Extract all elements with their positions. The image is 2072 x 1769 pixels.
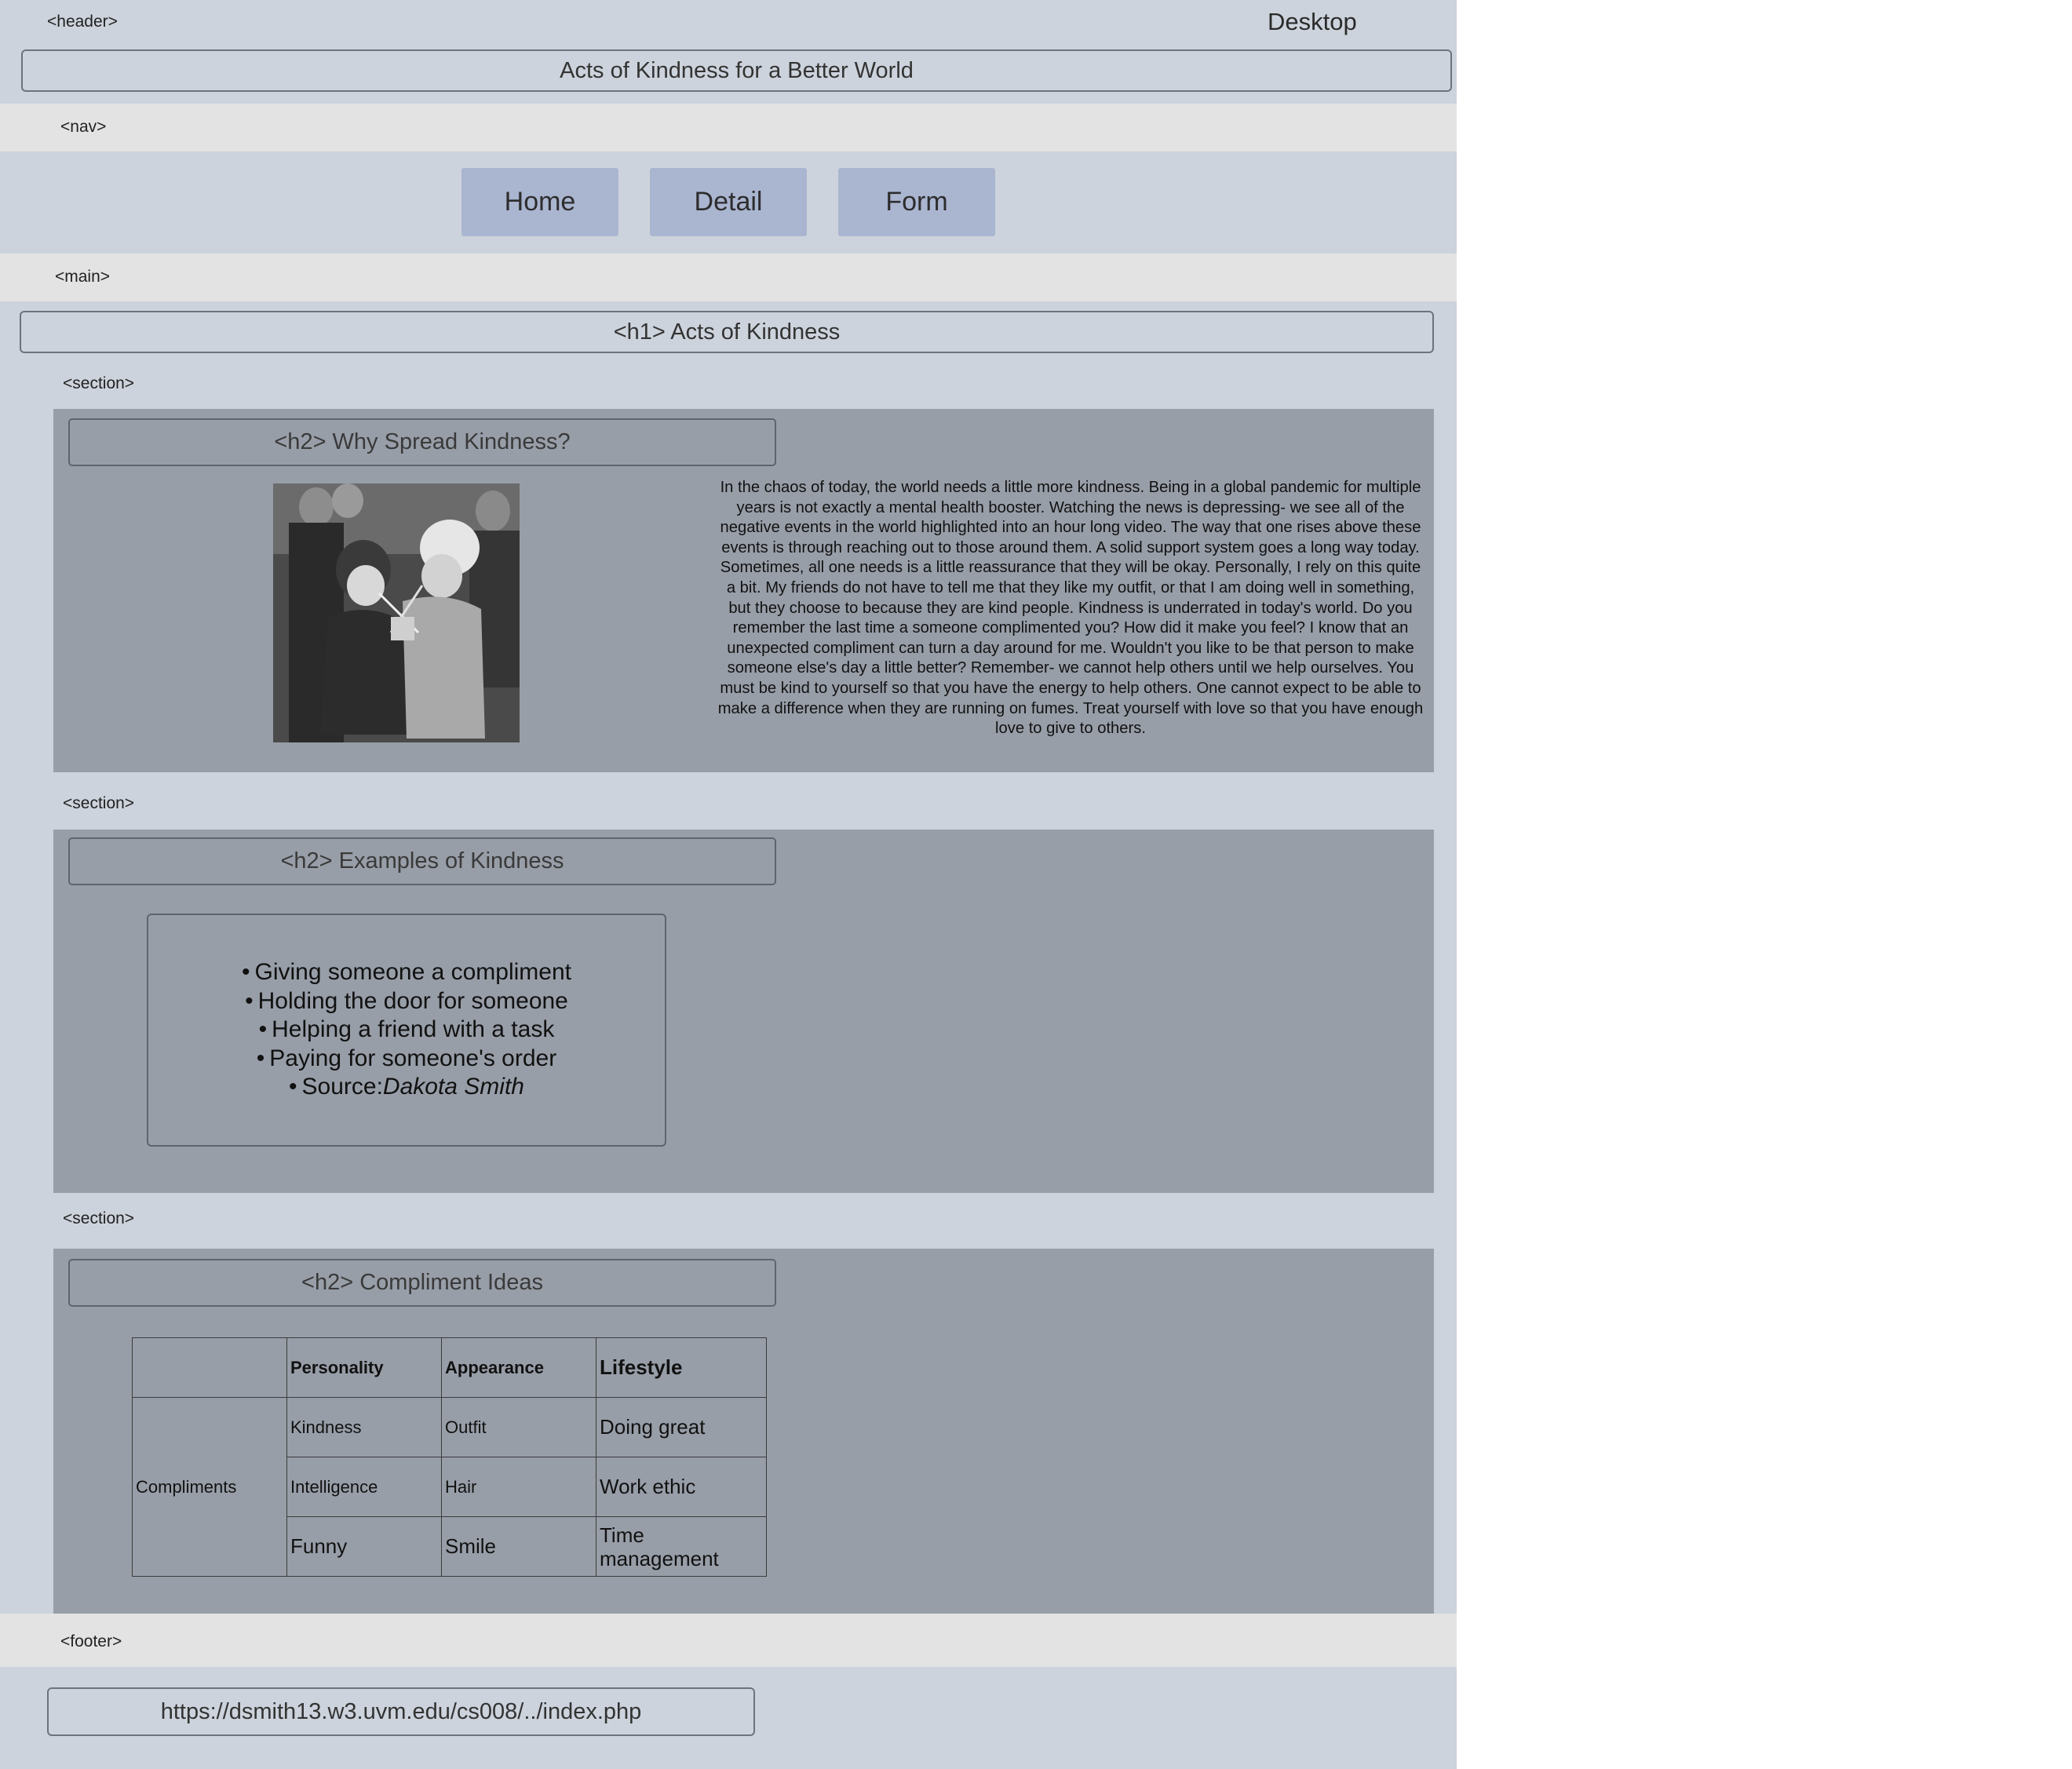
h2-why-kindness-box: <h2> Why Spread Kindness? <box>68 418 776 466</box>
compliment-table-wrap: Personality Appearance Lifestyle Complim… <box>132 1337 767 1577</box>
table-cell: Intelligence <box>286 1457 442 1517</box>
h2-why-kindness: <h2> Why Spread Kindness? <box>274 429 571 454</box>
nav-form-button[interactable]: Form <box>838 168 995 236</box>
footer-url-box: https://dsmith13.w3.uvm.edu/cs008/../ind… <box>47 1687 755 1736</box>
table-cell: Doing great <box>596 1397 767 1457</box>
header-lifestyle: Lifestyle <box>596 1337 767 1398</box>
examples-list: • Giving someone a compliment • Holding th… <box>242 958 571 1102</box>
table-cell: Outfit <box>441 1397 596 1457</box>
footer-url[interactable]: https://dsmith13.w3.uvm.edu/cs008/../ind… <box>161 1699 642 1725</box>
why-kindness-paragraph: In the chaos of today, the world needs a… <box>717 479 1424 738</box>
h2-compliments-box: <h2> Compliment Ideas <box>68 1259 776 1307</box>
table-cell: Time management <box>596 1516 767 1577</box>
device-label: Desktop <box>1268 8 1357 35</box>
row-label-compliments: Compliments <box>132 1397 287 1577</box>
source-name: Dakota Smith <box>382 1074 524 1100</box>
header-personality: Personality <box>286 1337 442 1398</box>
h2-examples: <h2> Examples of Kindness <box>280 848 564 874</box>
nav-detail-button[interactable]: Detail <box>650 168 807 236</box>
main-band <box>0 253 1457 301</box>
compliment-table: Personality Appearance Lifestyle Complim… <box>132 1337 767 1577</box>
section-2-tag: <section> <box>63 794 135 812</box>
list-item: • Holding the door for someone <box>245 987 568 1014</box>
table-cell: Kindness <box>286 1397 442 1457</box>
header-tag: <header> <box>47 13 118 31</box>
table-row: Compliments Kindness Outfit Doing great <box>132 1397 767 1577</box>
main-tag: <main> <box>55 268 111 286</box>
list-item: • Giving someone a compliment <box>241 959 572 986</box>
list-item: • Paying for someone's order <box>256 1045 557 1071</box>
nav-tag: <nav> <box>60 118 107 136</box>
h1-box: <h1> Acts of Kindness <box>20 311 1434 353</box>
nav-home-button[interactable]: Home <box>461 168 618 236</box>
table-header-row: Personality Appearance Lifestyle <box>132 1337 767 1398</box>
table-cell: Funny <box>286 1516 442 1577</box>
examples-list-box: • Giving someone a compliment • Holding th… <box>147 914 666 1147</box>
photo-illustration <box>273 483 520 742</box>
nav-band <box>0 104 1457 151</box>
site-title-box: Acts of Kindness for a Better World <box>21 49 1452 92</box>
table-cell: Smile <box>441 1516 596 1577</box>
footer-band <box>0 1614 1457 1667</box>
h2-examples-box: <h2> Examples of Kindness <box>68 837 776 885</box>
section-1-tag: <section> <box>63 374 135 392</box>
table-cell: Work ethic <box>596 1457 767 1517</box>
table-cell: Hair <box>441 1457 596 1517</box>
source-item: • Source:Dakota Smith <box>289 1074 524 1100</box>
site-title: Acts of Kindness for a Better World <box>560 57 914 83</box>
section-3-tag: <section> <box>63 1209 135 1227</box>
h2-compliments: <h2> Compliment Ideas <box>301 1270 543 1295</box>
table-corner-cell <box>132 1337 287 1398</box>
footer-tag: <footer> <box>60 1632 122 1650</box>
list-item: • Helping a friend with a task <box>258 1016 555 1043</box>
children-sharing-drink-photo <box>273 483 520 742</box>
page-heading: <h1> Acts of Kindness <box>613 319 841 345</box>
header-appearance: Appearance <box>441 1337 596 1398</box>
